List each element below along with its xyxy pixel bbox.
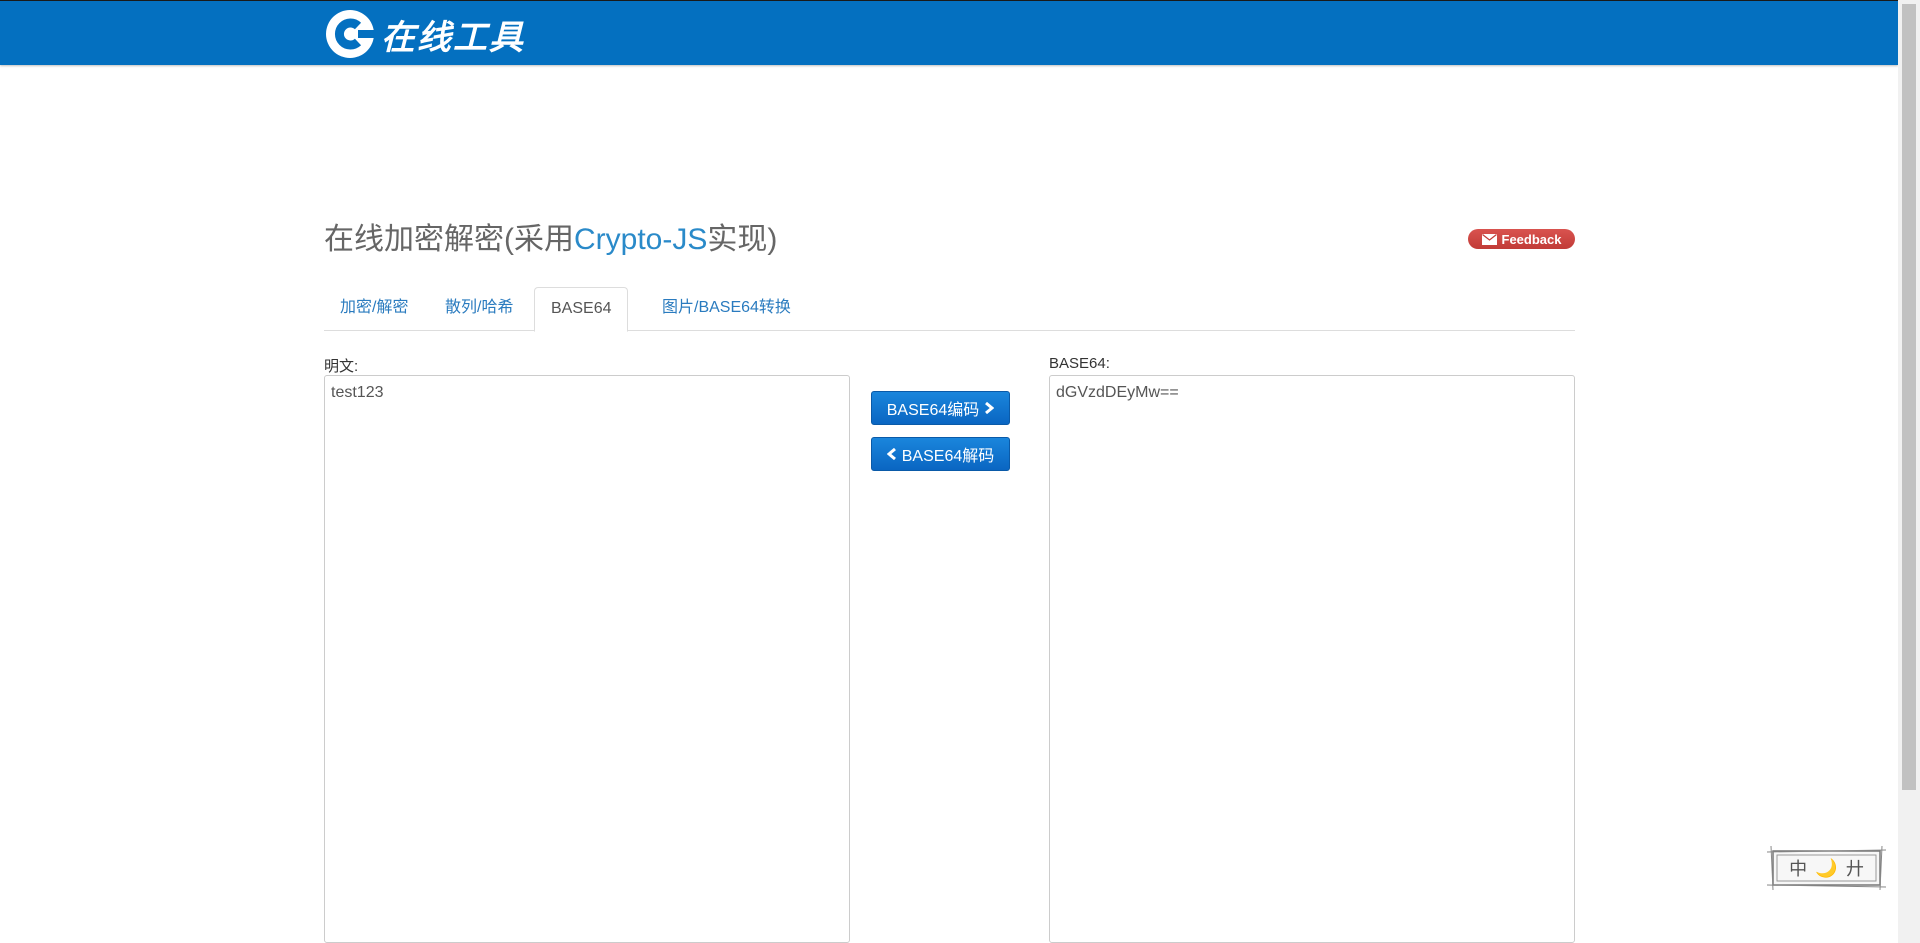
language-switch-widget[interactable]: 中 🌙 廾 bbox=[1766, 845, 1887, 891]
tab-hash[interactable]: 散列/哈希 bbox=[429, 287, 529, 329]
mail-icon bbox=[1481, 233, 1497, 245]
decode-label: BASE64解码 bbox=[901, 448, 995, 465]
vertical-scrollbar[interactable] bbox=[1898, 0, 1920, 943]
chevron-left-icon bbox=[886, 448, 896, 460]
encode-label: BASE64编码 bbox=[886, 402, 980, 419]
page-title-prefix: 在线加密解密(采用 bbox=[324, 223, 574, 256]
lang-char-zh[interactable]: 中 bbox=[1789, 855, 1807, 881]
top-header: 在线工具 bbox=[0, 0, 1898, 65]
plaintext-label: 明文: bbox=[324, 358, 359, 375]
lang-char-moon[interactable]: 🌙 bbox=[1815, 858, 1837, 879]
chevron-right-icon bbox=[985, 402, 995, 414]
base64-encode-button[interactable]: BASE64编码 bbox=[871, 391, 1010, 425]
base64-label: BASE64: bbox=[1049, 355, 1110, 372]
feedback-button[interactable]: Feedback bbox=[1468, 229, 1575, 249]
page-title-accent: Crypto-JS bbox=[574, 223, 708, 256]
logo-text: 在线工具 bbox=[381, 17, 525, 58]
language-switch-chars: 中 🌙 廾 bbox=[1767, 846, 1886, 890]
scrollbar-thumb[interactable] bbox=[1902, 4, 1916, 790]
tab-base64[interactable]: BASE64 bbox=[534, 287, 629, 332]
base64-decode-button[interactable]: BASE64解码 bbox=[871, 437, 1010, 471]
plaintext-textarea[interactable] bbox=[324, 375, 850, 943]
feedback-label: Feedback bbox=[1501, 231, 1562, 247]
lang-char-trad[interactable]: 廾 bbox=[1846, 855, 1864, 881]
tab-image-base64[interactable]: 图片/BASE64转换 bbox=[646, 287, 807, 329]
base64-textarea[interactable] bbox=[1049, 375, 1575, 943]
tab-encrypt-decrypt[interactable]: 加密/解密 bbox=[324, 287, 424, 329]
page-title: 在线加密解密(采用Crypto-JS实现) bbox=[324, 214, 777, 258]
site-logo[interactable]: 在线工具 bbox=[325, 9, 525, 59]
page-title-suffix: 实现) bbox=[707, 223, 778, 256]
tab-bar: 加密/解密 散列/哈希 BASE64 图片/BASE64转换 bbox=[324, 287, 1575, 332]
logo-c-icon bbox=[326, 10, 375, 58]
